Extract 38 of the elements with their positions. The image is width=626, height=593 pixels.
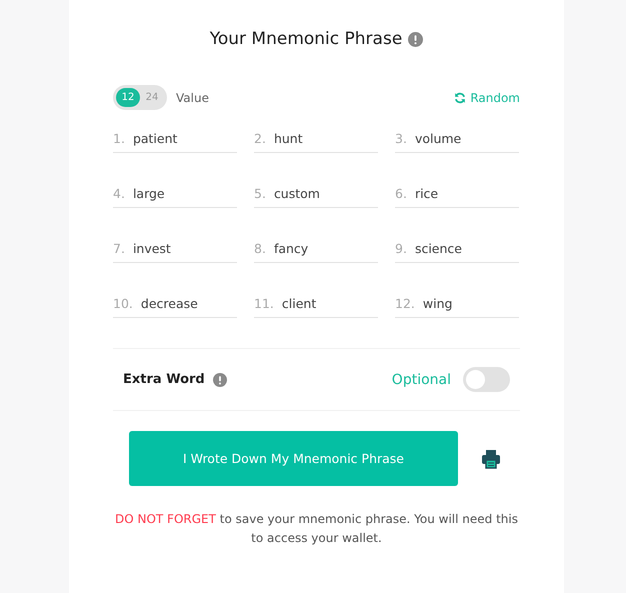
word-text: large: [132, 186, 165, 200]
extra-word-label: Extra Word: [123, 372, 205, 387]
word-number: 2.: [254, 130, 266, 146]
word-number: 3.: [395, 130, 407, 146]
refresh-icon: [454, 92, 466, 104]
info-icon[interactable]: [212, 372, 227, 386]
page-title: Your Mnemonic Phrase: [210, 29, 402, 49]
print-icon[interactable]: [481, 448, 501, 468]
word-text: science: [414, 240, 462, 256]
word-text: patient: [132, 130, 178, 146]
length-option[interactable]: 12: [116, 88, 140, 107]
word-number: 12.: [395, 296, 415, 310]
word-number: 8.: [254, 240, 266, 256]
word-number: 7.: [113, 240, 125, 256]
word-text: wing: [422, 296, 452, 310]
word-number: 9.: [395, 240, 407, 256]
word-number: 4.: [113, 186, 125, 200]
optional-label: Optional: [392, 372, 451, 388]
length-label: Value: [176, 90, 209, 104]
info-icon[interactable]: [408, 32, 424, 46]
word-text: volume: [414, 130, 462, 146]
word-number: 5.: [254, 186, 266, 200]
word-text: invest: [132, 240, 171, 256]
confirm-button[interactable]: I Wrote Down My Mnemonic Phrase: [129, 431, 458, 486]
word-number: 6.: [395, 186, 407, 200]
length-option[interactable]: 24: [140, 88, 164, 107]
word-text: rice: [414, 186, 438, 200]
word-number: 10.: [113, 296, 133, 310]
word-number: 11.: [254, 296, 274, 310]
word-text: custom: [274, 186, 320, 200]
extra-word-switch[interactable]: [463, 367, 510, 392]
word-text: fancy: [274, 240, 308, 256]
random-button[interactable]: Random: [454, 90, 520, 104]
word-text: decrease: [140, 296, 198, 310]
warning-note: DO NOT FORGET to save your mnemonic phrase. You will need this to access your wallet.: [114, 511, 519, 548]
word-text: hunt: [274, 130, 303, 146]
word-number: 1.: [113, 130, 125, 146]
word-text: client: [282, 296, 316, 310]
